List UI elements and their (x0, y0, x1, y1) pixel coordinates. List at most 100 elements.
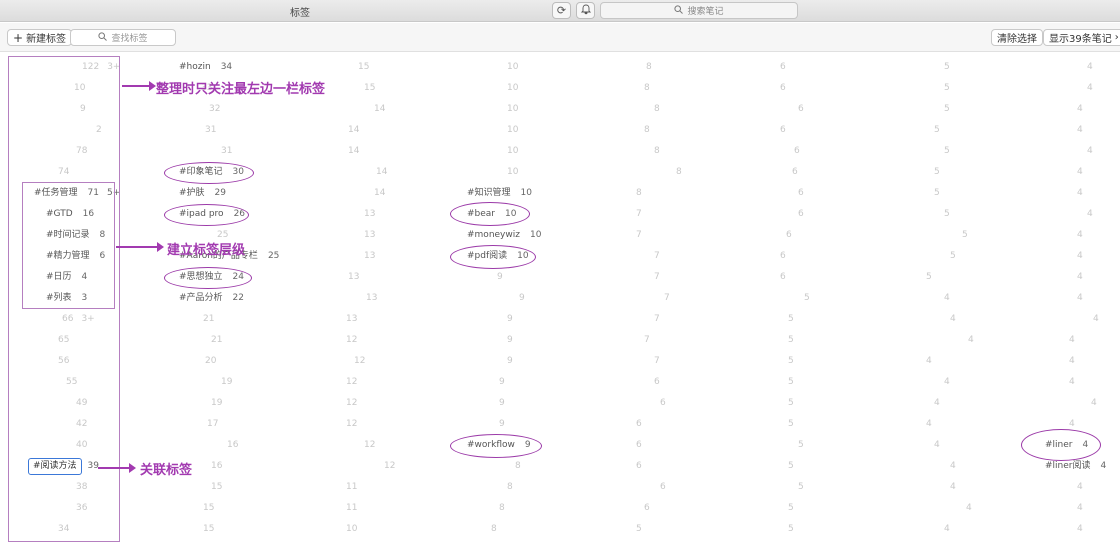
tag-item[interactable]: 4 (898, 438, 940, 453)
tag-item[interactable]: 8 (463, 459, 521, 474)
tag-item[interactable]: 6 (608, 417, 642, 432)
tag-item[interactable]: 12 (318, 333, 357, 348)
tag-item[interactable]: 14 (318, 186, 385, 201)
tag-item[interactable]: 5 (752, 438, 804, 453)
tag-item[interactable]: 31 (175, 123, 216, 138)
tag-item[interactable]: 9 (463, 333, 513, 348)
tag-item[interactable]: 5 (752, 459, 794, 474)
tag-item[interactable]: 4 (898, 480, 956, 495)
tag-item[interactable]: 4 (898, 354, 932, 369)
tag-search-input[interactable]: 查找标签 (70, 29, 176, 46)
tag-item[interactable]: 4 (898, 291, 950, 306)
tag-item[interactable]: 4 (898, 333, 974, 348)
tag-item[interactable]: 8 (608, 123, 650, 138)
tag-item[interactable]: 6 (752, 165, 798, 180)
tag-item[interactable]: 5 (898, 186, 940, 201)
tag-item[interactable]: 7 (608, 333, 650, 348)
tag-item[interactable]: 4 (1041, 207, 1093, 222)
tag-item[interactable]: 5 (752, 375, 794, 390)
tag-item[interactable]: 5 (752, 396, 794, 411)
tag-item[interactable]: 10 (318, 522, 357, 537)
tag-item[interactable]: 5 (898, 165, 940, 180)
tag-item[interactable]: 4 (1041, 249, 1083, 264)
tag-item[interactable]: 5 (752, 333, 794, 348)
tag-item[interactable]: 4 (1041, 291, 1083, 306)
tag-item[interactable]: 4 (898, 396, 940, 411)
tag-item[interactable]: 5 (752, 501, 794, 516)
tag-item[interactable]: 13 (318, 228, 375, 243)
tag-item[interactable]: 12 (318, 375, 357, 390)
tag-item[interactable]: 7 (608, 207, 642, 222)
tag-item[interactable]: 6 (752, 81, 786, 96)
tag-item-moneywiz[interactable]: #moneywiz 10 (463, 228, 541, 243)
tag-item[interactable]: 7 (608, 312, 660, 327)
tag-item-zhishi[interactable]: #知识管理 10 (463, 186, 532, 201)
tag-item[interactable]: 15 (175, 522, 214, 537)
tag-item[interactable]: 8 (608, 186, 642, 201)
tag-item[interactable]: 9 (463, 270, 503, 285)
tag-item[interactable]: 6 (752, 144, 800, 159)
tag-item[interactable]: 5 (898, 81, 950, 96)
tag-item[interactable]: 7 (608, 228, 642, 243)
tag-item[interactable]: 4 (1041, 60, 1093, 75)
tag-item-linerread[interactable]: #liner阅读 4 (1041, 459, 1106, 474)
tag-item[interactable]: 6 (608, 375, 660, 390)
tag-item[interactable]: 4 (1041, 396, 1097, 411)
tag-item[interactable]: 4 (898, 312, 956, 327)
tag-item[interactable]: 14 (318, 123, 359, 138)
tag-item[interactable]: 32 (175, 102, 220, 117)
tag-item[interactable]: 10 (463, 123, 518, 138)
tag-item[interactable]: 5 (752, 480, 804, 495)
tag-item[interactable]: 15 (318, 60, 369, 75)
tag-item[interactable]: 14 (318, 102, 385, 117)
tag-item[interactable]: 5 (898, 270, 932, 285)
tag-item[interactable]: 6 (608, 480, 666, 495)
tag-item[interactable]: 4 (1041, 333, 1075, 348)
tag-item[interactable]: 5 (752, 354, 794, 369)
tag-item[interactable]: 13 (318, 249, 375, 264)
tag-item[interactable]: 4 (1041, 522, 1083, 537)
tag-item[interactable]: 15 (318, 81, 375, 96)
tag-item[interactable]: 6 (752, 270, 786, 285)
tag-item[interactable]: 5 (898, 144, 950, 159)
tag-item[interactable]: 6 (752, 228, 792, 243)
tag-item[interactable]: 17 (175, 417, 218, 432)
tag-item[interactable]: 4 (1041, 144, 1093, 159)
tag-item[interactable]: 6 (752, 60, 786, 75)
tag-item[interactable]: 13 (318, 291, 377, 306)
tag-item[interactable]: 5 (752, 522, 794, 537)
tag-item[interactable]: 5 (752, 291, 810, 306)
tag-item[interactable]: 10 (463, 81, 518, 96)
tag-item[interactable]: 4 (898, 375, 950, 390)
tag-item[interactable]: 14 (318, 165, 387, 180)
tag-item[interactable]: 4 (1041, 312, 1099, 327)
tag-item[interactable]: 8 (463, 501, 505, 516)
tag-item[interactable]: 16 (175, 438, 238, 453)
tag-item[interactable]: 5 (898, 102, 950, 117)
tag-item[interactable]: 7 (608, 291, 670, 306)
clear-selection-button[interactable]: 清除选择 (991, 29, 1043, 46)
note-search-field[interactable]: 搜索笔记 (600, 2, 798, 19)
tag-item[interactable]: 6 (752, 186, 804, 201)
tag-item[interactable]: 4 (1041, 228, 1083, 243)
tag-item[interactable]: 8 (463, 522, 497, 537)
tag-item[interactable]: 5 (608, 522, 642, 537)
tag-item[interactable]: 12 (318, 354, 365, 369)
tag-item[interactable]: 4 (1041, 123, 1083, 138)
tag-item[interactable]: 15 (175, 480, 222, 495)
tag-item[interactable]: 6 (608, 501, 650, 516)
tag-item[interactable]: 5 (898, 249, 956, 264)
tag-item[interactable]: 7 (608, 249, 660, 264)
tag-item[interactable]: 12 (318, 417, 357, 432)
refresh-button[interactable]: ⟳ (552, 2, 571, 19)
tag-item[interactable]: 4 (1041, 375, 1075, 390)
tag-item[interactable]: 11 (318, 480, 357, 495)
tag-item[interactable]: 10 (463, 165, 518, 180)
new-tag-button[interactable]: + 新建标签 (7, 29, 73, 46)
tag-item[interactable]: 9 (463, 354, 513, 369)
tag-item[interactable]: 31 (175, 144, 232, 159)
tag-item[interactable]: 9 (463, 417, 505, 432)
tag-item[interactable]: 14 (318, 144, 359, 159)
tag-item[interactable]: 19 (175, 396, 222, 411)
tag-item[interactable]: 12 (318, 438, 375, 453)
